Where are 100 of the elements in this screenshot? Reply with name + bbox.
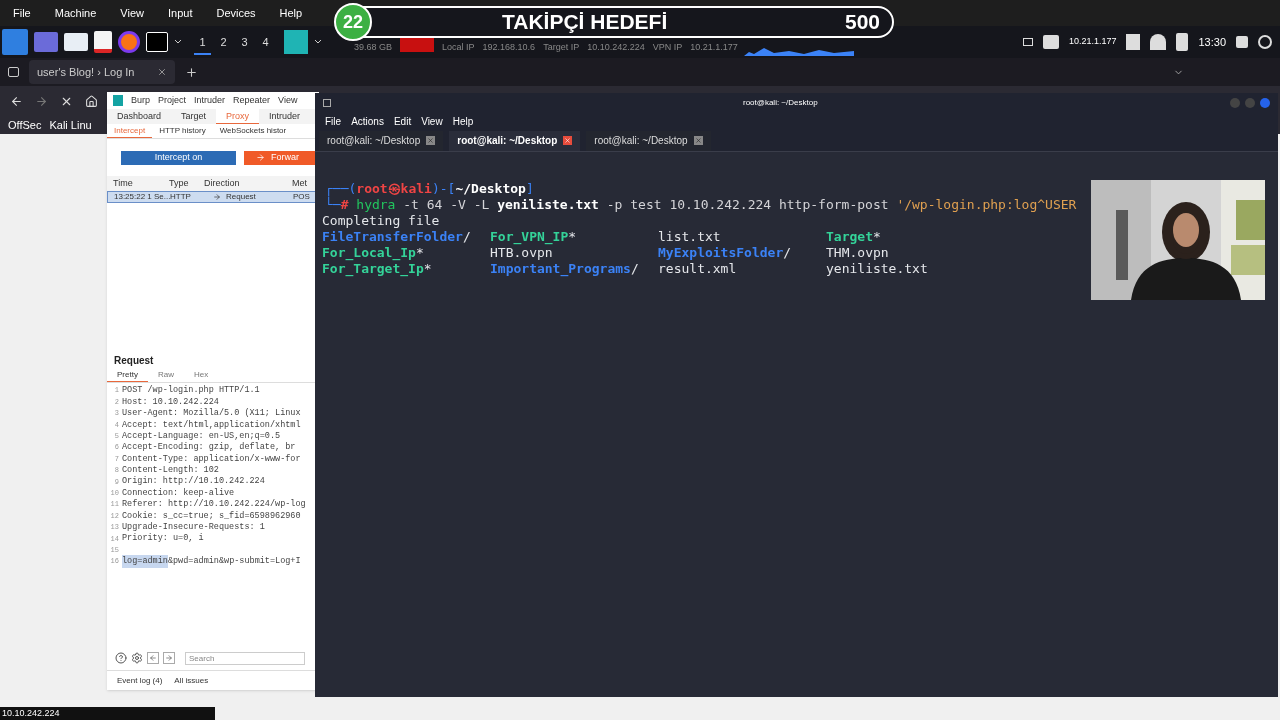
- burp-logo-icon: [113, 95, 123, 106]
- tab-title: user's Blog! › Log In: [37, 64, 135, 80]
- prompt-text: root㉿kali: [356, 181, 432, 197]
- file-name: For_Local_Ip*: [322, 245, 424, 261]
- menu-item[interactable]: File: [13, 4, 31, 22]
- code-text: Accept: text/html,application/xhtml: [122, 418, 301, 432]
- goal-value: 500: [844, 9, 880, 36]
- all-issues-tab[interactable]: All issues: [174, 674, 209, 687]
- file-name: THM.ovpn: [826, 245, 889, 261]
- back-icon[interactable]: [10, 94, 23, 108]
- column-header: Direction: [204, 176, 241, 190]
- code-text: Content-Type: application/x-www-for: [122, 452, 301, 465]
- prompt-text: ]: [525, 181, 534, 197]
- event-log-tab[interactable]: Event log (4): [117, 674, 163, 687]
- menu-item[interactable]: Actions: [351, 113, 384, 129]
- code-text: Accept-Encoding: gzip, deflate, br: [122, 441, 296, 454]
- tab[interactable]: WebSockets histor: [212, 124, 294, 138]
- column-header: Met: [292, 176, 308, 190]
- caret-icon[interactable]: [174, 39, 182, 45]
- menu-item[interactable]: Help: [279, 4, 303, 22]
- file-name: For_VPN_IP*: [490, 229, 577, 245]
- close-button[interactable]: [693, 136, 703, 145]
- battery-icon[interactable]: [1176, 33, 1189, 51]
- browser-icon[interactable]: [118, 31, 140, 53]
- menu-item[interactable]: View: [421, 113, 443, 129]
- code-text: Accept-Language: en-US,en;q=0.5: [122, 429, 281, 442]
- settings-icon[interactable]: [131, 652, 143, 664]
- document-icon[interactable]: [94, 31, 112, 53]
- arrow-icon: [256, 153, 265, 162]
- bookmark[interactable]: Kali Linu: [49, 116, 92, 134]
- menu-item[interactable]: Edit: [393, 113, 412, 129]
- menu-item[interactable]: View: [278, 93, 298, 108]
- code-text: &pwd=admin&wp-submit=Log+I: [167, 555, 301, 568]
- window-title: root@kali: ~/Desktop: [743, 96, 818, 109]
- browser-tab[interactable]: user's Blog! › Log In: [29, 60, 175, 84]
- tab[interactable]: Pretty: [107, 369, 148, 382]
- tab[interactable]: Raw: [147, 369, 184, 382]
- forward-icon: [165, 654, 173, 662]
- panel-title: Request: [113, 354, 155, 368]
- menu-item[interactable]: Help: [452, 113, 474, 129]
- intercept-toggle[interactable]: Intercept on: [121, 150, 236, 165]
- search-field[interactable]: Search: [185, 651, 305, 665]
- workspace-tab[interactable]: 3: [236, 29, 253, 55]
- menu-item[interactable]: Input: [167, 4, 193, 22]
- help-icon[interactable]: [115, 652, 127, 664]
- status-url: 10.10.242.224: [0, 707, 215, 720]
- table-cell: HTTP: [170, 191, 191, 203]
- menu-item[interactable]: View: [120, 4, 144, 22]
- file-name: Important_Programs/: [490, 261, 639, 277]
- file-name: yeniliste.txt: [826, 261, 928, 277]
- menu-item[interactable]: Project: [158, 93, 187, 108]
- command-text: -p test 10.10.242.224 http-form-post: [605, 197, 890, 213]
- tab[interactable]: Intruder: [259, 109, 311, 124]
- bookmark[interactable]: OffSec: [8, 116, 42, 134]
- command-text: yeniliste.txt: [497, 197, 599, 213]
- tab[interactable]: Hex: [183, 369, 219, 382]
- code-text: log=admin: [122, 555, 168, 568]
- terminal-icon[interactable]: [146, 32, 168, 52]
- arrow-icon: [213, 193, 221, 201]
- workspace-tab[interactable]: 1: [194, 29, 211, 55]
- menu-item[interactable]: Intruder: [194, 93, 226, 108]
- menu-item[interactable]: Repeater: [233, 93, 271, 108]
- display-icon[interactable]: [1022, 38, 1033, 46]
- code-text: Upgrade-Insecure-Requests: 1: [122, 521, 265, 533]
- terminal-tab[interactable]: root@kali: ~/Desktop: [449, 130, 581, 151]
- close-button[interactable]: [563, 136, 573, 145]
- home-icon[interactable]: [85, 94, 98, 108]
- code-text: Content-Length: 102: [122, 464, 219, 476]
- close-icon[interactable]: [157, 67, 167, 77]
- prompt-text: ~/Desktop: [455, 181, 526, 197]
- workspace-tab[interactable]: 4: [257, 29, 274, 55]
- column-header: Type: [169, 176, 190, 190]
- workspace-tab[interactable]: 2: [215, 29, 232, 55]
- file-name: list.txt: [658, 229, 721, 245]
- menu-item[interactable]: File: [325, 113, 342, 129]
- menu-item[interactable]: Machine: [54, 4, 97, 22]
- new-tab-icon[interactable]: [185, 65, 198, 79]
- caret-icon[interactable]: [314, 39, 322, 45]
- file-name: For_Target_Ip*: [322, 261, 432, 277]
- code-text: Host: 10.10.242.224: [122, 395, 219, 408]
- tab-list-icon[interactable]: [8, 67, 19, 77]
- status-label: Target IP: [543, 40, 580, 54]
- menu-item[interactable]: Burp: [131, 93, 150, 108]
- column-header: Time: [112, 176, 134, 190]
- bell-icon[interactable]: [1150, 34, 1167, 50]
- file-name: FileTransferFolder/: [322, 229, 471, 245]
- tab[interactable]: Dashboard: [107, 109, 172, 124]
- ip-address: 10.21.1.177: [1068, 35, 1117, 49]
- code-text: Cookie: s_cc=true; s_fid=6598962960: [122, 509, 301, 522]
- command-text: -t 64 -V -L: [402, 197, 491, 213]
- close-button[interactable]: [426, 136, 436, 145]
- forward-icon[interactable]: [35, 94, 48, 108]
- back-icon: [149, 654, 157, 662]
- tab[interactable]: HTTP history: [152, 124, 213, 138]
- banner-title: TAKİPÇİ HEDEFİ: [502, 9, 668, 36]
- tab[interactable]: Target: [171, 109, 217, 124]
- status-value: 192.168.10.6: [482, 40, 536, 54]
- code-text: Priority: u=0, i: [122, 532, 204, 546]
- file-name: HTB.ovpn: [490, 245, 553, 261]
- menu-item[interactable]: Devices: [216, 4, 256, 22]
